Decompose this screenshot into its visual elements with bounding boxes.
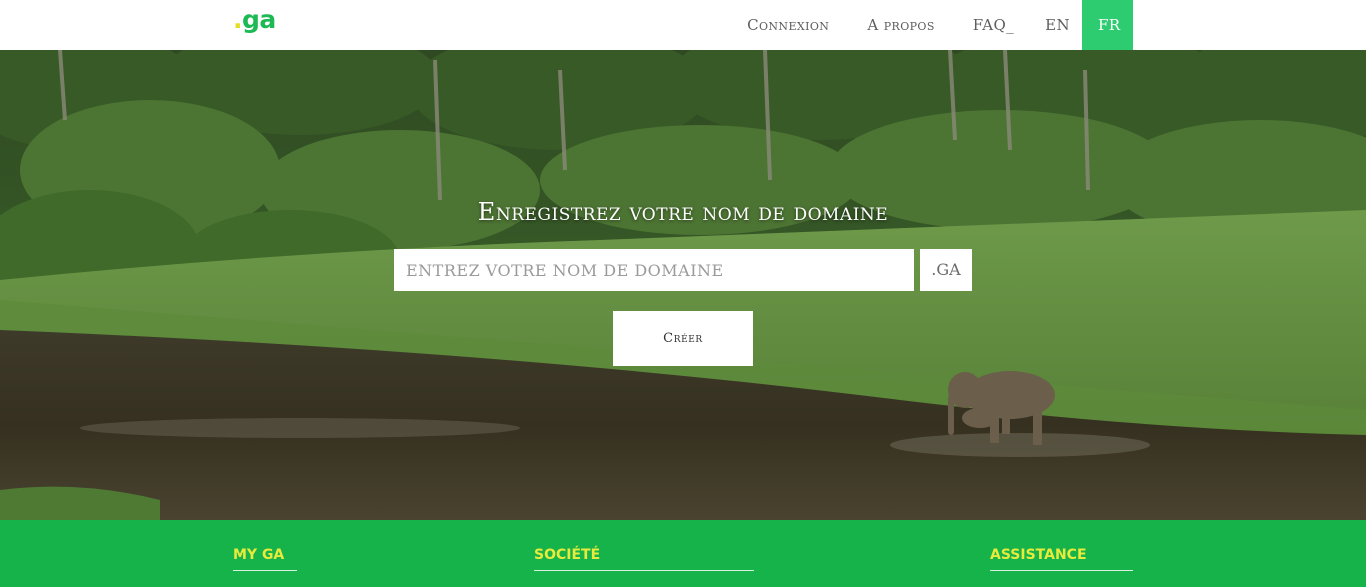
hero-title: Enregistrez votre nom de domaine — [477, 198, 889, 226]
footer-heading-support: ASSISTANCE — [990, 546, 1133, 571]
lang-en-link[interactable]: EN — [1033, 0, 1082, 50]
nav-about-link[interactable]: A propos — [848, 0, 953, 50]
footer: MY GA SOCIÉTÉ ASSISTANCE — [0, 520, 1366, 587]
site-logo[interactable]: .ga — [233, 3, 276, 37]
create-button[interactable]: Créer — [613, 311, 753, 366]
tld-label: .GA — [920, 249, 972, 291]
nav-faq-link[interactable]: FAQ_ — [954, 0, 1033, 50]
domain-search-input[interactable] — [394, 249, 914, 291]
logo-dot: . — [233, 5, 243, 34]
main-nav: Connexion A propos FAQ_ EN FR — [728, 0, 1133, 50]
logo-text: ga — [242, 5, 276, 34]
nav-login-link[interactable]: Connexion — [728, 0, 848, 50]
footer-heading-company: SOCIÉTÉ — [534, 546, 754, 571]
hero-section: Enregistrez votre nom de domaine .GA Cré… — [0, 50, 1366, 520]
lang-fr-link[interactable]: FR — [1082, 0, 1133, 50]
top-navbar: .ga Connexion A propos FAQ_ EN FR — [0, 0, 1366, 50]
footer-heading-my-ga: MY GA — [233, 546, 297, 571]
